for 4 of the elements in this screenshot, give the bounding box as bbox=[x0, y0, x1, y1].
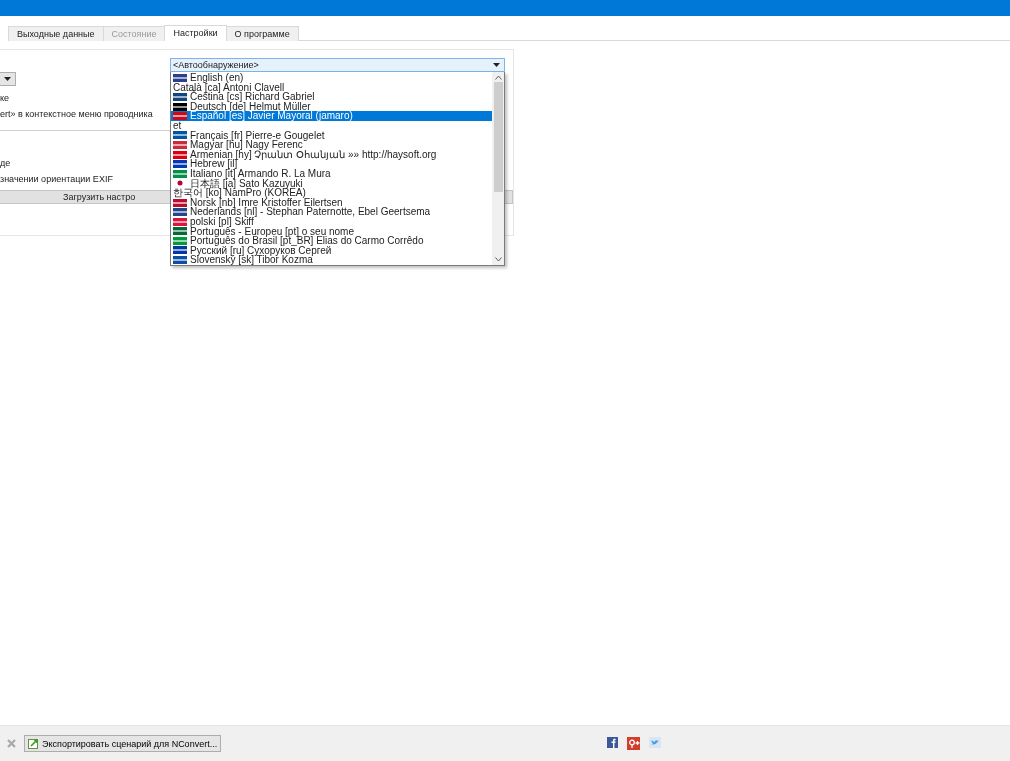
option-label: ке bbox=[0, 92, 10, 105]
option-label: де bbox=[0, 157, 11, 170]
option-label: ert» в контекстное меню проводника bbox=[0, 108, 153, 121]
option-label: значении ориентации EXIF bbox=[0, 173, 113, 186]
